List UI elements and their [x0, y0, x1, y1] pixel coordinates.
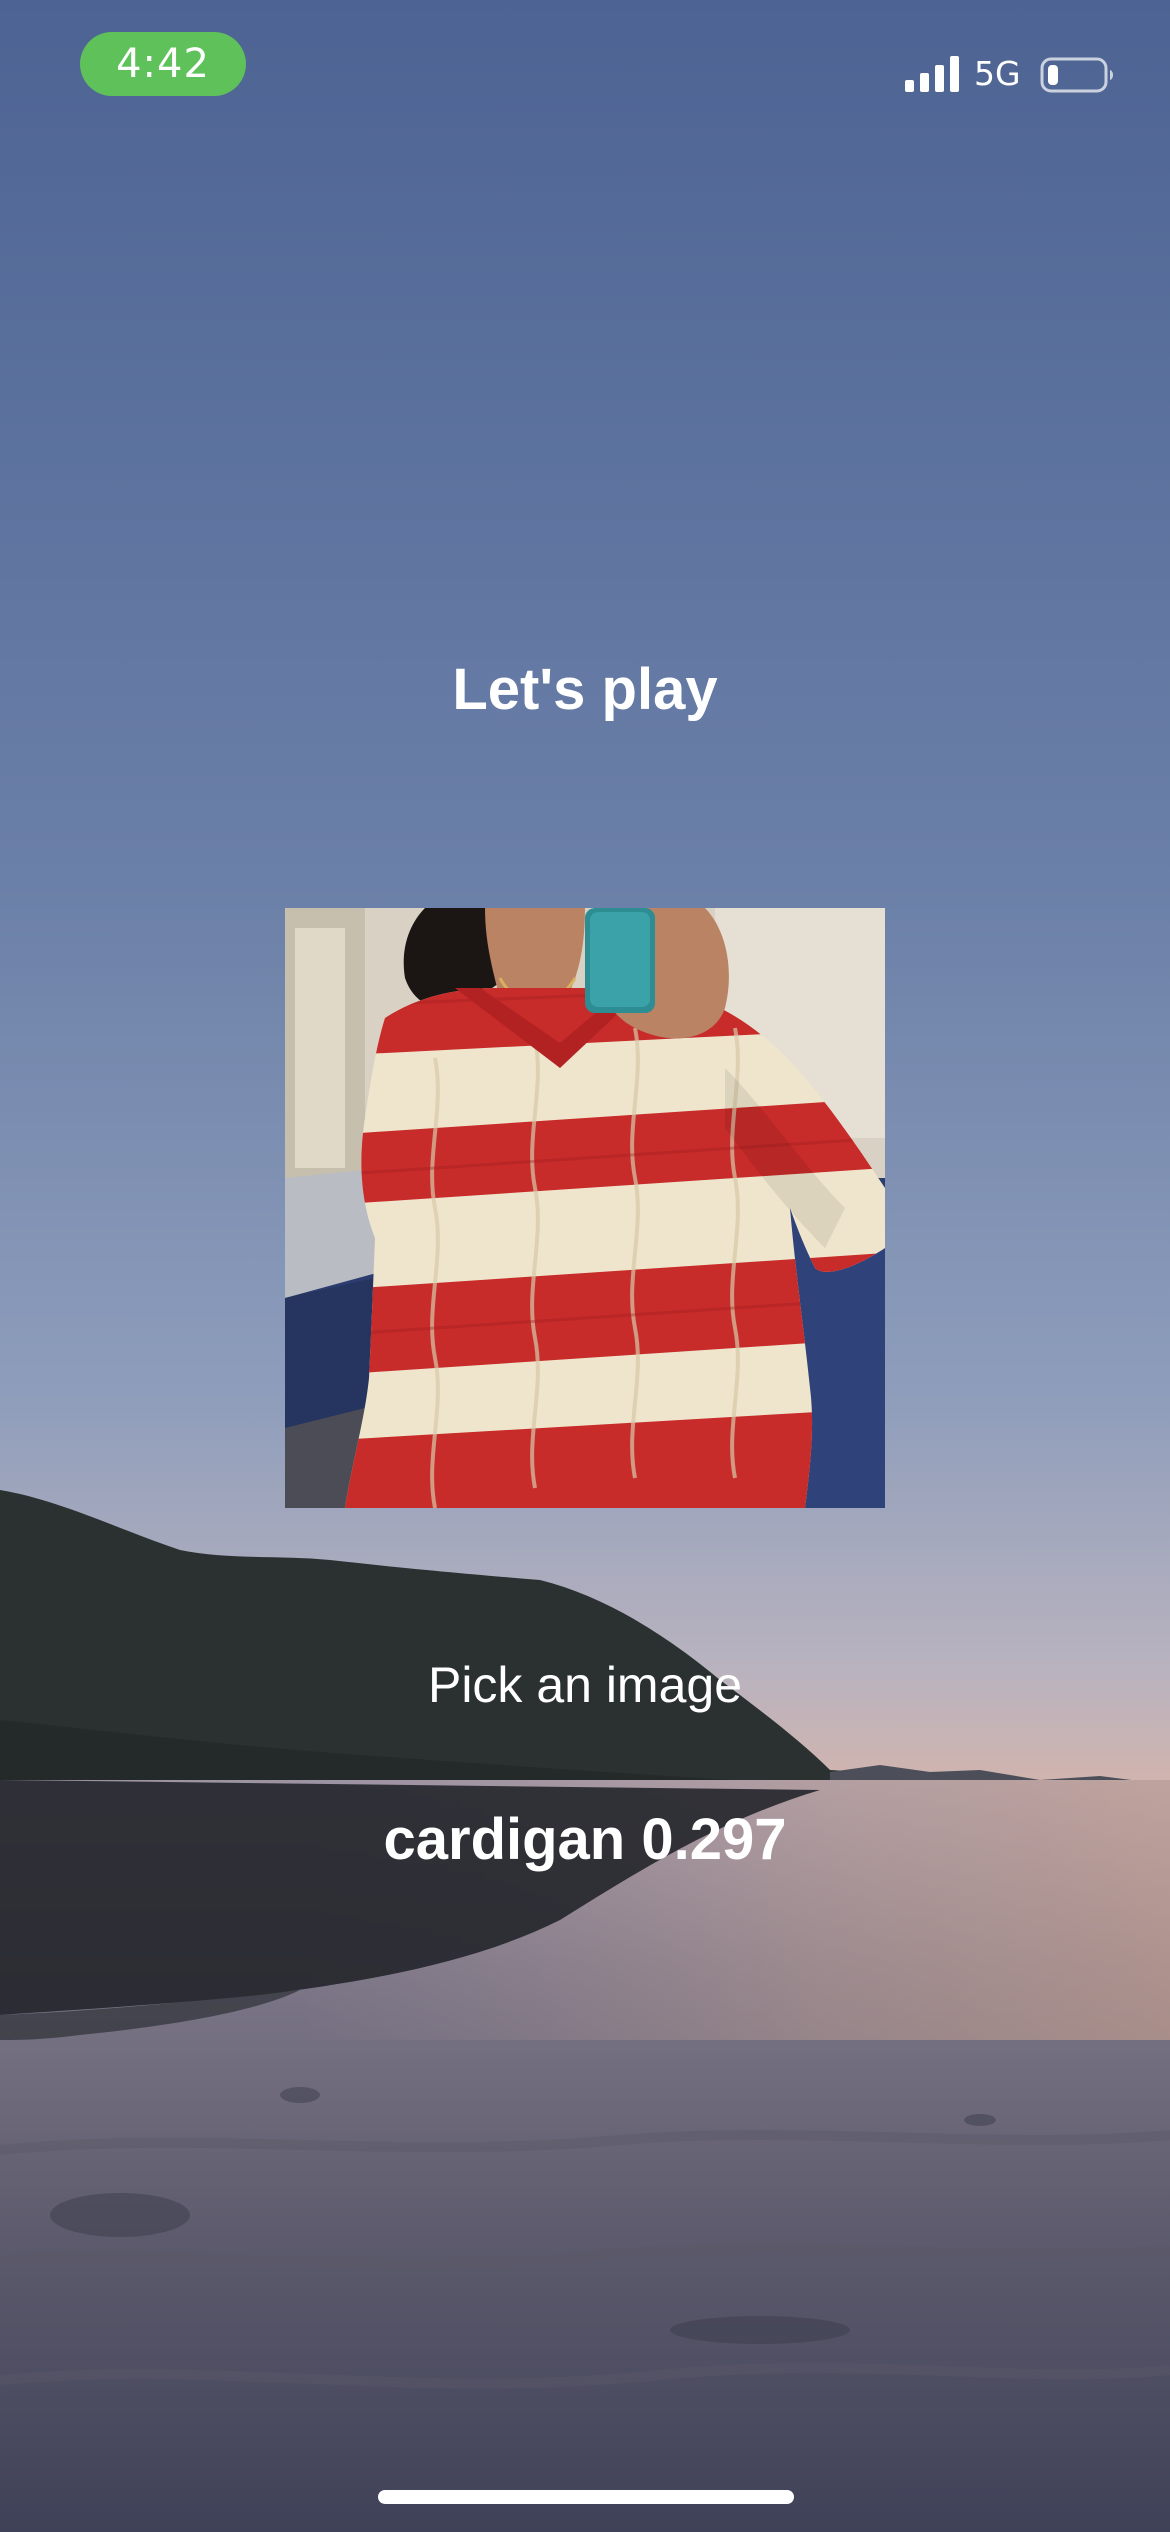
home-indicator[interactable] — [378, 2490, 794, 2504]
cellular-signal-icon — [905, 56, 959, 92]
page-title: Let's play — [452, 657, 718, 722]
status-time[interactable]: 4:42 — [80, 32, 246, 96]
battery-icon — [1040, 57, 1113, 93]
result-score: 0.297 — [641, 1807, 787, 1872]
sweater-photo-image — [285, 908, 885, 1508]
classification-result: cardigan 0.297 — [0, 1805, 1170, 1875]
pick-image-button[interactable]: Pick an image — [0, 1650, 1170, 1720]
status-bar: 4:42 5G — [0, 0, 1170, 140]
selected-photo[interactable] — [285, 908, 885, 1508]
network-type: 5G — [974, 54, 1021, 93]
result-label: cardigan — [383, 1807, 626, 1872]
